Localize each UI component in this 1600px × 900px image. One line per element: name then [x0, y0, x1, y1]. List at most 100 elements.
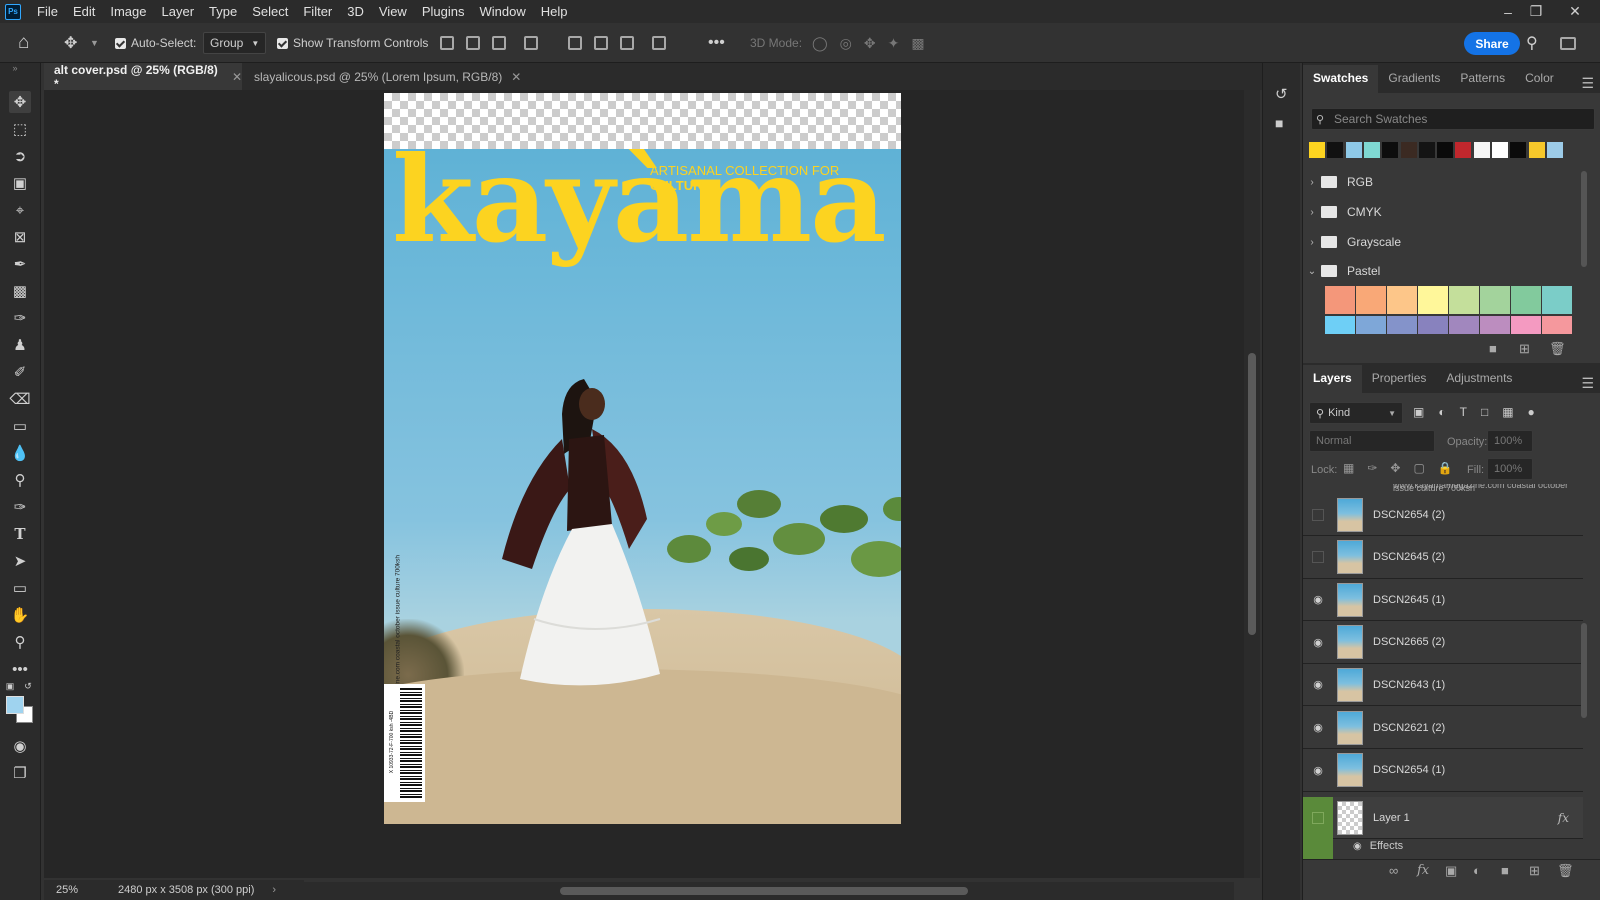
document-canvas[interactable]: kayàma ARTISANAL COLLECTION FOR CULTURE …	[384, 93, 901, 824]
menu-layer[interactable]: Layer	[162, 4, 195, 19]
close-window-icon[interactable]: ✕	[1560, 0, 1590, 23]
eye-icon[interactable]: ◉	[1303, 678, 1333, 691]
visibility-off-box[interactable]	[1312, 508, 1324, 521]
pastel-swatch[interactable]	[1418, 286, 1448, 314]
blur-tool-icon[interactable]: 💧	[9, 442, 31, 464]
lock-pixels-icon[interactable]: ✑	[1367, 461, 1377, 475]
move-tool-icon[interactable]: ✥	[9, 91, 31, 113]
eraser-tool-icon[interactable]: ⌫	[9, 388, 31, 410]
healing-brush-icon[interactable]: ▩	[9, 280, 31, 302]
layers-panel-menu-icon[interactable]: ☰	[1581, 375, 1594, 392]
delete-swatch-icon[interactable]: 🗑	[1549, 341, 1566, 357]
clone-stamp-icon[interactable]: ♟	[9, 334, 31, 356]
pastel-swatch[interactable]	[1325, 286, 1355, 314]
lock-artboard-icon[interactable]: ▢	[1413, 461, 1424, 475]
screen-mode-icon[interactable]: ❐	[9, 762, 31, 784]
crop-tool-icon[interactable]: ⌖	[9, 199, 31, 221]
chevron-right-icon[interactable]: ›	[1303, 207, 1321, 218]
orbit-3d-icon[interactable]: ◯	[812, 35, 828, 52]
swatches-scroll-thumb[interactable]	[1581, 171, 1587, 267]
menu-type[interactable]: Type	[209, 4, 237, 19]
new-group-icon[interactable]: ■	[1501, 863, 1509, 878]
tab-properties[interactable]: Properties	[1362, 371, 1437, 393]
pastel-swatch[interactable]	[1449, 316, 1479, 334]
object-select-tool-icon[interactable]: ▣	[9, 172, 31, 194]
layer-row[interactable]: ◉ DSCN2643 (1)	[1303, 664, 1583, 707]
menu-filter[interactable]: Filter	[303, 4, 332, 19]
layer-row[interactable]: DSCN2654 (2)	[1303, 494, 1583, 536]
blend-mode-dropdown[interactable]: Normal	[1309, 430, 1435, 452]
align-bottom-icon[interactable]	[620, 36, 634, 50]
show-transform-checkbox[interactable]: Show Transform Controls	[277, 23, 428, 63]
comments-panel-icon[interactable]: ■	[1275, 115, 1283, 131]
tab-layers[interactable]: Layers	[1303, 365, 1362, 393]
tab-patterns[interactable]: Patterns	[1450, 71, 1515, 93]
marquee-tool-icon[interactable]: ⬚	[9, 118, 31, 140]
menu-view[interactable]: View	[379, 4, 407, 19]
pastel-swatch[interactable]	[1356, 316, 1386, 334]
eye-icon[interactable]: ◉	[1303, 593, 1333, 606]
color-swatch[interactable]	[1382, 142, 1399, 158]
horizontal-scrollbar[interactable]	[300, 882, 1234, 900]
horizontal-scroll-thumb[interactable]	[560, 887, 968, 895]
vertical-scrollbar[interactable]	[1244, 90, 1260, 878]
color-swatch[interactable]	[1492, 142, 1508, 158]
pastel-swatch[interactable]	[1542, 286, 1572, 314]
color-swatch[interactable]	[1363, 142, 1380, 158]
foreground-color-swatch[interactable]	[6, 696, 24, 714]
new-layer-icon[interactable]: ⊞	[1529, 863, 1540, 879]
align-middle-icon[interactable]	[594, 36, 608, 50]
quick-mask-icon[interactable]: ◉	[9, 735, 31, 757]
move-tool-icon[interactable]: ✥	[64, 23, 77, 63]
layer-filter-kind[interactable]: ⚲ Kind ▼	[1309, 402, 1403, 424]
workspace-icon[interactable]	[1560, 23, 1576, 63]
color-swatch[interactable]	[1400, 142, 1417, 158]
layer-row[interactable]: ◉ DSCN2645 (1)	[1303, 579, 1583, 622]
close-tab-icon[interactable]: ✕	[511, 70, 521, 84]
restore-icon[interactable]: ❐	[1521, 0, 1551, 23]
rectangle-tool-icon[interactable]: ▭	[9, 577, 31, 599]
share-button[interactable]: Share	[1464, 32, 1520, 55]
eyedropper-tool-icon[interactable]: ✒	[9, 253, 31, 275]
color-swatch[interactable]	[1455, 142, 1472, 158]
menu-select[interactable]: Select	[252, 4, 288, 19]
pastel-swatch[interactable]	[1387, 286, 1417, 314]
roll-3d-icon[interactable]: ◎	[840, 35, 852, 52]
search-icon[interactable]: ⚲	[1526, 23, 1538, 63]
layer-row[interactable]: ◉ DSCN2665 (2)	[1303, 622, 1583, 664]
pan-3d-icon[interactable]: ✥	[864, 35, 876, 52]
swatch-folder-cmyk[interactable]: › CMYK	[1303, 198, 1583, 226]
distribute-vertical-icon[interactable]	[524, 36, 538, 50]
color-swatch[interactable]	[1528, 142, 1545, 158]
edit-toolbar-icon[interactable]: •••	[9, 658, 31, 680]
delete-layer-icon[interactable]: 🗑	[1557, 863, 1574, 879]
layer-row[interactable]: ◉ DSCN2621 (2)	[1303, 707, 1583, 749]
tab-color[interactable]: Color	[1515, 71, 1564, 93]
chevron-right-icon[interactable]: ›	[1303, 237, 1321, 248]
menu-edit[interactable]: Edit	[73, 4, 95, 19]
align-left-icon[interactable]	[440, 36, 454, 50]
align-right-icon[interactable]	[492, 36, 506, 50]
eye-icon[interactable]: ◉	[1353, 841, 1362, 852]
minimize-icon[interactable]: –	[1493, 0, 1523, 23]
close-tab-icon[interactable]: ✕	[232, 70, 242, 84]
new-adjustment-icon[interactable]: ◐	[1473, 863, 1481, 878]
menu-help[interactable]: Help	[541, 4, 568, 19]
chevron-right-icon[interactable]: ›	[1303, 177, 1321, 188]
menu-window[interactable]: Window	[479, 4, 525, 19]
eye-icon[interactable]: ◉	[1303, 721, 1333, 734]
filter-adjustment-icon[interactable]: ◐	[1438, 405, 1445, 419]
collapse-toolbar-icon[interactable]: »	[4, 61, 26, 75]
layer-visibility-off[interactable]	[1303, 796, 1333, 839]
lock-position-icon[interactable]: ✥	[1390, 461, 1400, 475]
pastel-swatch[interactable]	[1356, 286, 1386, 314]
color-swatch[interactable]	[1473, 142, 1490, 158]
chevron-right-icon[interactable]: ›	[272, 884, 276, 896]
new-swatch-icon[interactable]: ⊞	[1519, 341, 1530, 357]
pastel-swatch[interactable]	[1511, 286, 1541, 314]
tab-slayalicous[interactable]: slayalicous.psd @ 25% (Lorem Ipsum, RGB/…	[244, 63, 524, 90]
more-options-icon[interactable]: •••	[708, 23, 725, 63]
home-icon[interactable]: ⌂	[18, 23, 29, 63]
lock-all-icon[interactable]: 🔒	[1438, 461, 1453, 475]
menu-plugins[interactable]: Plugins	[422, 4, 465, 19]
